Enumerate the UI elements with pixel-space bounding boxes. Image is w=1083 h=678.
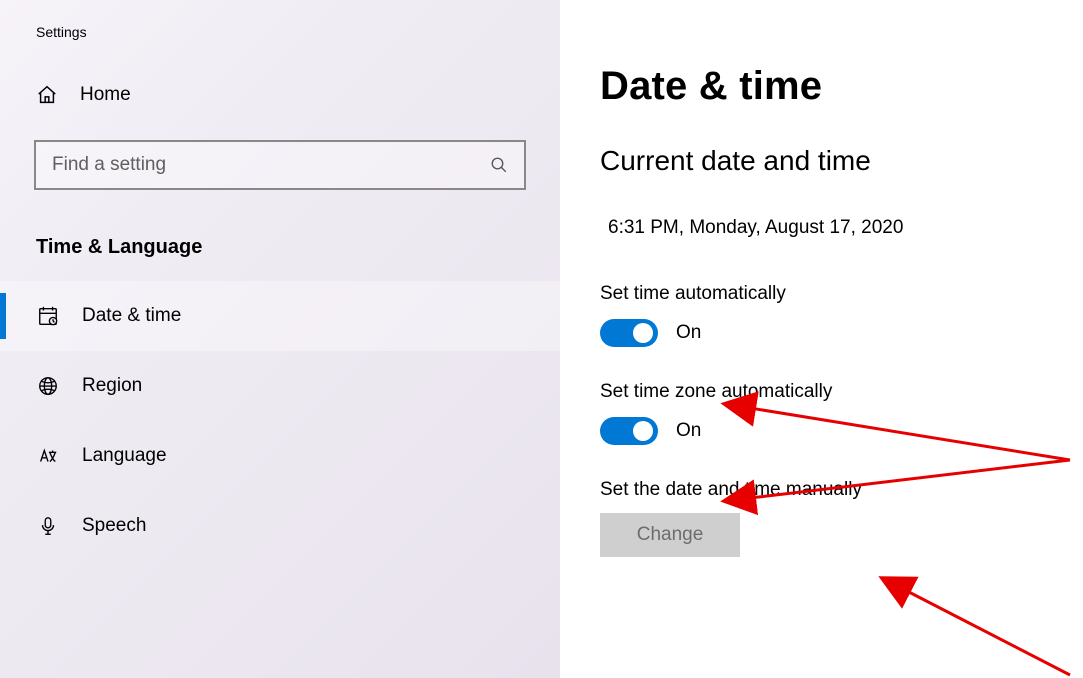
nav-item-date-time[interactable]: Date & time <box>0 281 560 351</box>
auto-time-label: Set time automatically <box>600 283 1063 305</box>
nav-item-speech[interactable]: Speech <box>0 491 560 561</box>
nav-item-label: Date & time <box>82 305 181 327</box>
search-wrapper <box>34 140 526 190</box>
nav-home-label: Home <box>80 84 131 106</box>
main-content: Date & time Current date and time 6:31 P… <box>560 0 1083 678</box>
nav-item-label: Region <box>82 375 142 397</box>
toggle-knob <box>633 421 653 441</box>
calendar-icon <box>36 304 60 328</box>
change-button[interactable]: Change <box>600 513 740 557</box>
category-title: Time & Language <box>0 190 560 281</box>
auto-tz-toggle[interactable] <box>600 417 658 445</box>
auto-tz-label: Set time zone automatically <box>600 381 1063 403</box>
auto-tz-state: On <box>676 420 701 442</box>
auto-time-toggle[interactable] <box>600 319 658 347</box>
app-title: Settings <box>0 24 560 74</box>
microphone-icon <box>36 514 60 538</box>
nav-home[interactable]: Home <box>0 74 560 116</box>
nav-item-region[interactable]: Region <box>0 351 560 421</box>
settings-sidebar: Settings Home Time & Language <box>0 0 560 678</box>
manual-label: Set the date and time manually <box>600 479 1063 501</box>
globe-icon <box>36 374 60 398</box>
auto-time-state: On <box>676 322 701 344</box>
section-title: Current date and time <box>600 145 1063 177</box>
home-icon <box>36 84 58 106</box>
current-datetime: 6:31 PM, Monday, August 17, 2020 <box>608 217 1063 239</box>
nav-item-label: Speech <box>82 515 146 537</box>
search-box[interactable] <box>34 140 526 190</box>
nav-item-label: Language <box>82 445 167 467</box>
nav-item-language[interactable]: Language <box>0 421 560 491</box>
search-icon <box>490 156 508 174</box>
toggle-knob <box>633 323 653 343</box>
page-title: Date & time <box>600 64 1063 109</box>
language-icon <box>36 444 60 468</box>
search-input[interactable] <box>52 154 490 176</box>
